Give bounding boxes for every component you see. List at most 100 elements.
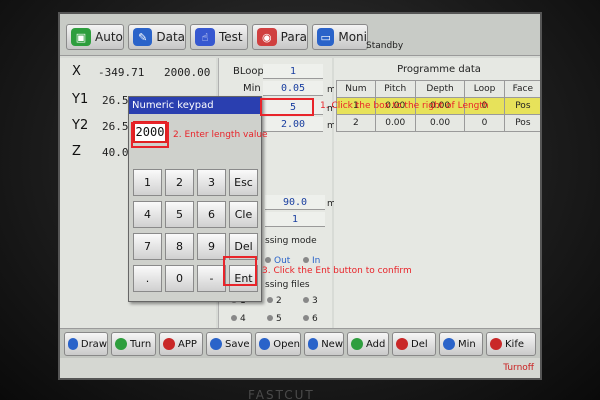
- table-cell[interactable]: 0: [464, 114, 505, 132]
- button-label: Turn: [130, 338, 152, 350]
- app-icon: [163, 338, 175, 350]
- status-text: Standby: [366, 41, 404, 51]
- draw-icon: [68, 338, 78, 350]
- auto-icon: ▣: [71, 28, 91, 46]
- file-radio[interactable]: 4: [231, 314, 246, 324]
- column-header: Loop: [464, 80, 505, 98]
- tab-label: Para: [280, 30, 307, 44]
- footer-bar: Turnoff: [60, 358, 540, 378]
- table-cell[interactable]: 0.00: [414, 114, 466, 132]
- speed-field[interactable]: 90.0: [265, 195, 325, 210]
- button-label: Del: [411, 338, 428, 350]
- programme-panel: Programme data Num Pitch Depth Loop Face…: [334, 58, 540, 328]
- add-button[interactable]: Add: [347, 332, 389, 356]
- table-cell[interactable]: Pos: [503, 97, 540, 115]
- key-4[interactable]: 4: [133, 201, 162, 228]
- tab-label: Test: [219, 30, 243, 44]
- key-0[interactable]: 0: [165, 265, 194, 292]
- bottom-toolbar: Draw Turn APP Save Open New Add Del Min …: [60, 328, 540, 358]
- key-1[interactable]: 1: [133, 169, 162, 196]
- save-button[interactable]: Save: [206, 332, 252, 356]
- monitor-icon: ▭: [317, 28, 335, 46]
- radio-label: Out: [274, 256, 291, 266]
- tab-data[interactable]: ✎ Data: [128, 24, 186, 50]
- file-radio[interactable]: 3: [303, 296, 318, 306]
- turn-button[interactable]: Turn: [111, 332, 156, 356]
- count-field[interactable]: 1: [265, 212, 325, 227]
- app-button[interactable]: APP: [159, 332, 203, 356]
- add-icon: [351, 338, 363, 350]
- delete-button[interactable]: Del: [392, 332, 436, 356]
- turn-icon: [115, 338, 127, 350]
- button-label: Save: [225, 338, 250, 350]
- axis-label-x: X: [72, 64, 81, 79]
- key-2[interactable]: 2: [165, 169, 194, 196]
- radio-label: 4: [240, 314, 246, 324]
- save-icon: [210, 338, 222, 350]
- new-button[interactable]: New: [304, 332, 344, 356]
- button-label: New: [321, 338, 343, 350]
- button-label: Add: [366, 338, 386, 350]
- key-dot[interactable]: .: [133, 265, 162, 292]
- programme-title: Programme data: [397, 64, 481, 75]
- tab-moni[interactable]: ▭ Moni: [312, 24, 368, 50]
- tab-label: Moni: [338, 30, 367, 44]
- tab-label: Data: [156, 30, 185, 44]
- key-3[interactable]: 3: [197, 169, 226, 196]
- tab-label: Auto: [95, 30, 123, 44]
- key-6[interactable]: 6: [197, 201, 226, 228]
- kife-button[interactable]: Kife: [486, 332, 536, 356]
- draw-button[interactable]: Draw: [64, 332, 108, 356]
- bloop-field[interactable]: 1: [263, 64, 323, 79]
- brand-logo: FASTCUT: [248, 388, 315, 400]
- button-label: Min: [458, 338, 476, 350]
- file-radio[interactable]: 2: [267, 296, 282, 306]
- table-row[interactable]: 2 0.00 0.00 0 Pos: [336, 114, 540, 132]
- axis-value-y2: 26.5: [102, 120, 129, 133]
- column-header: Face: [503, 80, 540, 98]
- key-clear[interactable]: Cle: [229, 201, 258, 228]
- mode-in-radio[interactable]: In: [303, 256, 320, 266]
- mode-out-radio[interactable]: Out: [265, 256, 290, 266]
- key-minus[interactable]: -: [197, 265, 226, 292]
- radio-label: 2: [276, 296, 282, 306]
- gauge-icon: ◉: [257, 28, 277, 46]
- file-radio[interactable]: 6: [303, 314, 318, 324]
- turnoff-status[interactable]: Turnoff: [503, 363, 534, 373]
- open-button[interactable]: Open: [255, 332, 301, 356]
- tab-test[interactable]: ☝ Test: [190, 24, 248, 50]
- min-label: Min: [243, 83, 261, 94]
- length-secondary-field[interactable]: 2.00: [263, 117, 323, 132]
- hmi-screen: ▣ Auto ✎ Data ☝ Test ◉ Para ▭ Moni Stand…: [58, 12, 542, 380]
- tab-auto[interactable]: ▣ Auto: [66, 24, 124, 50]
- table-cell[interactable]: 0.00: [374, 114, 416, 132]
- button-label: Draw: [80, 338, 107, 350]
- key-7[interactable]: 7: [133, 233, 162, 260]
- tab-bar: ▣ Auto ✎ Data ☝ Test ◉ Para ▭ Moni Stand…: [60, 14, 540, 56]
- annotation-step-3: 3. Click the Ent button to confirm: [262, 266, 412, 276]
- column-header: Num: [336, 80, 376, 98]
- min-field[interactable]: 0.05: [263, 81, 323, 96]
- processing-mode-title: ssing mode: [265, 236, 317, 246]
- table-cell[interactable]: 2: [336, 114, 376, 132]
- table-cell[interactable]: Pos: [503, 114, 540, 132]
- axis-label-z: Z: [72, 144, 81, 159]
- min-button[interactable]: Min: [439, 332, 483, 356]
- axis-value-z: 40.0: [102, 146, 129, 159]
- file-radio[interactable]: 5: [267, 314, 282, 324]
- table-header-row: Num Pitch Depth Loop Face: [336, 80, 540, 98]
- radio-label: In: [312, 256, 321, 266]
- delete-icon: [396, 338, 408, 350]
- button-label: APP: [178, 338, 197, 350]
- min-icon: [443, 338, 455, 350]
- axis-setpoint-x: 2000.00: [164, 66, 211, 79]
- key-5[interactable]: 5: [165, 201, 194, 228]
- kife-icon: [490, 338, 502, 350]
- key-8[interactable]: 8: [165, 233, 194, 260]
- radio-dot-icon: [267, 315, 273, 321]
- highlight-length-box: [260, 98, 314, 116]
- key-9[interactable]: 9: [197, 233, 226, 260]
- radio-dot-icon: [231, 315, 237, 321]
- key-esc[interactable]: Esc: [229, 169, 258, 196]
- tab-para[interactable]: ◉ Para: [252, 24, 308, 50]
